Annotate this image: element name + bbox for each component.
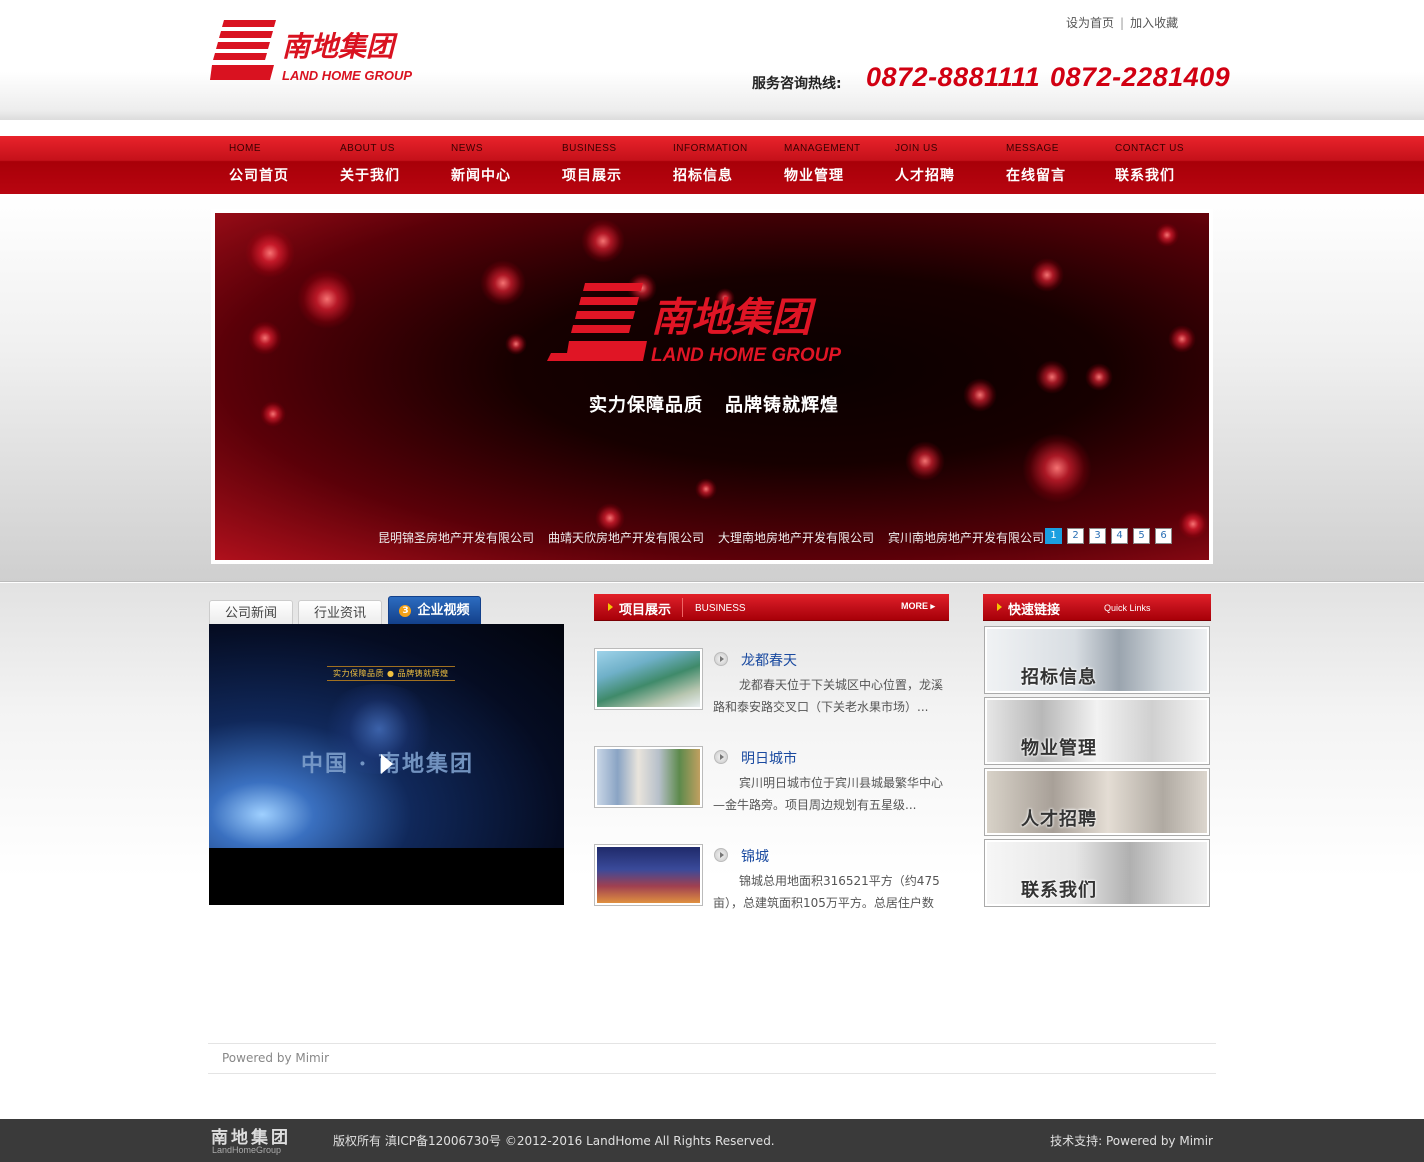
glow-light: [1168, 325, 1196, 353]
company-name: 曲靖天欣房地产开发有限公司: [548, 531, 705, 545]
company-name: 大理南地房地产开发有限公司: [718, 531, 875, 545]
svg-text:南地集团: 南地集团: [282, 30, 398, 63]
tab-company-video[interactable]: 3 企业视频: [388, 596, 481, 624]
banner-logo: 南地集团 LAND HOME GROUP: [547, 281, 877, 379]
business-title: 项目展示: [619, 603, 672, 618]
business-section-header: 项目展示 BUSINESS MORE ▸: [594, 594, 949, 621]
set-homepage-link[interactable]: 设为首页: [1066, 16, 1114, 30]
glow-light: [1155, 223, 1179, 247]
nav-item-message[interactable]: MESSAGE 在线留言: [1006, 136, 1116, 194]
svg-text:LAND HOME GROUP: LAND HOME GROUP: [651, 345, 841, 366]
play-icon[interactable]: [381, 754, 393, 774]
glow-light: [480, 260, 526, 306]
banner-pager: 123456: [1045, 523, 1177, 544]
glow-light: [581, 219, 625, 263]
project-thumbnail[interactable]: [594, 648, 703, 710]
nav-item-join[interactable]: JOIN US 人才招聘: [895, 136, 1005, 194]
main-nav: HOME 公司首页 ABOUT US 关于我们 NEWS 新闻中心 BUSINESS 项…: [0, 136, 1424, 194]
arrow-icon: [997, 603, 1002, 611]
more-link[interactable]: MORE ▸: [901, 601, 935, 612]
site-header: 南地集团 LAND HOME GROUP 设为首页 | 加入收藏 服务咨询热线: 0…: [0, 0, 1424, 120]
quicklink-recruitment[interactable]: 人才招聘: [984, 768, 1210, 836]
hotline-number-1: 0872-8881111: [866, 62, 1041, 92]
glow-light: [1035, 360, 1069, 394]
project-item: 明日城市 宾川明日城市位于宾川县城最繁华中心—金牛路旁。项目周边规划有五星级..…: [594, 746, 949, 826]
glow-light: [505, 333, 527, 355]
glow-light: [260, 401, 286, 427]
site-logo[interactable]: 南地集团 LAND HOME GROUP: [210, 18, 432, 84]
quicklink-property-management[interactable]: 物业管理: [984, 697, 1210, 765]
project-description: 宾川明日城市位于宾川县城最繁华中心—金牛路旁。项目周边规划有五星级...: [713, 776, 944, 812]
glow-light: [1178, 509, 1208, 539]
glow-light: [245, 228, 295, 278]
project-name[interactable]: 龙都春天: [741, 650, 797, 670]
project-thumbnail[interactable]: [594, 844, 703, 906]
pager-button-5[interactable]: 5: [1133, 528, 1150, 544]
nav-item-news[interactable]: NEWS 新闻中心: [451, 136, 561, 194]
video-frame: 实力保障品质 ● 品牌铸就辉煌 中国 · 南地集团: [209, 624, 564, 848]
hotline-number-2: 0872-2281409: [1050, 62, 1231, 92]
nav-item-information[interactable]: INFORMATION 招标信息: [673, 136, 783, 194]
tab-number-badge: 3: [399, 605, 412, 617]
nav-item-about[interactable]: ABOUT US 关于我们: [340, 136, 450, 194]
footer-logo-subtitle: LandHomeGroup: [212, 1145, 282, 1155]
pager-button-3[interactable]: 3: [1089, 528, 1106, 544]
video-caption: 实力保障品质 ● 品牌铸就辉煌: [327, 666, 455, 681]
project-description: 龙都春天位于下关城区中心位置，龙溪路和泰安路交叉口（下关老水果市场）...: [713, 678, 944, 714]
project-item: 锦城 锦城总用地面积316521平方（约475亩），总建筑面积105万平方。总居…: [594, 844, 949, 924]
glow-light: [963, 378, 997, 412]
banner-slogan: 实力保障品质 品牌铸就辉煌: [589, 395, 839, 416]
powered-by-bar: Powered by Mimir: [208, 1043, 1216, 1074]
banner-company-list: 昆明锦圣房地产开发有限公司 曲靖天欣房地产开发有限公司 大理南地房地产开发有限公司宾…: [378, 529, 1058, 546]
glow-light: [905, 441, 945, 481]
bullet-icon: [714, 652, 728, 666]
nav-item-business[interactable]: BUSINESS 项目展示: [562, 136, 672, 194]
quicklink-bidding-info[interactable]: 招标信息: [984, 626, 1210, 694]
project-name[interactable]: 锦城: [741, 846, 769, 866]
project-item: 龙都春天 龙都春天位于下关城区中心位置，龙溪路和泰安路交叉口（下关老水果市场）.…: [594, 648, 949, 728]
svg-text:南地集团: 南地集团: [651, 294, 817, 341]
copyright-text: 版权所有 滇ICP备12006730号 ©2012-2016 LandHome …: [333, 1134, 775, 1148]
business-subtitle: BUSINESS: [695, 603, 746, 614]
pager-button-2[interactable]: 2: [1067, 528, 1084, 544]
glow-light: [1085, 363, 1113, 391]
quicklink-contact[interactable]: 联系我们: [984, 839, 1210, 907]
nav-item-contact[interactable]: CONTACT US 联系我们: [1115, 136, 1225, 194]
glow-light: [1022, 433, 1092, 503]
tab-label: 企业视频: [417, 603, 470, 618]
company-name: 宾川南地房地产开发有限公司: [888, 531, 1045, 545]
site-footer: 南地集团 LandHomeGroup 版权所有 滇ICP备12006730号 ©…: [0, 1119, 1424, 1162]
arrow-icon: [608, 603, 613, 611]
pager-button-6[interactable]: 6: [1155, 528, 1172, 544]
video-player[interactable]: 实力保障品质 ● 品牌铸就辉煌 中国 · 南地集团: [209, 624, 564, 905]
tab-company-news[interactable]: 公司新闻: [209, 600, 293, 624]
add-favorite-link[interactable]: 加入收藏: [1130, 16, 1178, 30]
pager-button-4[interactable]: 4: [1111, 528, 1128, 544]
project-thumbnail[interactable]: [594, 746, 703, 808]
quicklinks-subtitle: Quick Links: [1104, 603, 1151, 613]
svg-text:LAND HOME GROUP: LAND HOME GROUP: [282, 68, 412, 83]
nav-item-management[interactable]: MANAGEMENT 物业管理: [784, 136, 894, 194]
tech-support-text: 技术支持: Powered by Mimir: [1050, 1134, 1213, 1148]
banner-slideshow[interactable]: 南地集团 LAND HOME GROUP 实力保障品质 品牌铸就辉煌 昆明锦圣房地…: [211, 209, 1213, 564]
bullet-icon: [714, 750, 728, 764]
glow-light: [297, 269, 357, 329]
glow-light: [1030, 258, 1064, 292]
top-links: 设为首页 | 加入收藏: [1066, 16, 1179, 30]
quicklinks-section-header: 快速链接 Quick Links: [983, 594, 1211, 621]
hotline-label: 服务咨询热线:: [752, 76, 842, 92]
project-name[interactable]: 明日城市: [741, 748, 797, 768]
company-name: 昆明锦圣房地产开发有限公司: [378, 531, 535, 545]
glow-light: [248, 321, 282, 355]
quicklinks-title: 快速链接: [1008, 603, 1061, 618]
powered-by-text: Powered by Mimir: [222, 1051, 330, 1065]
project-description: 锦城总用地面积316521平方（约475亩），总建筑面积105万平方。总居住户数: [713, 874, 940, 910]
bullet-icon: [714, 848, 728, 862]
pager-button-1[interactable]: 1: [1045, 528, 1062, 544]
glow-light: [695, 478, 717, 500]
tab-industry-news[interactable]: 行业资讯: [298, 600, 382, 624]
nav-item-home[interactable]: HOME 公司首页: [229, 136, 339, 194]
